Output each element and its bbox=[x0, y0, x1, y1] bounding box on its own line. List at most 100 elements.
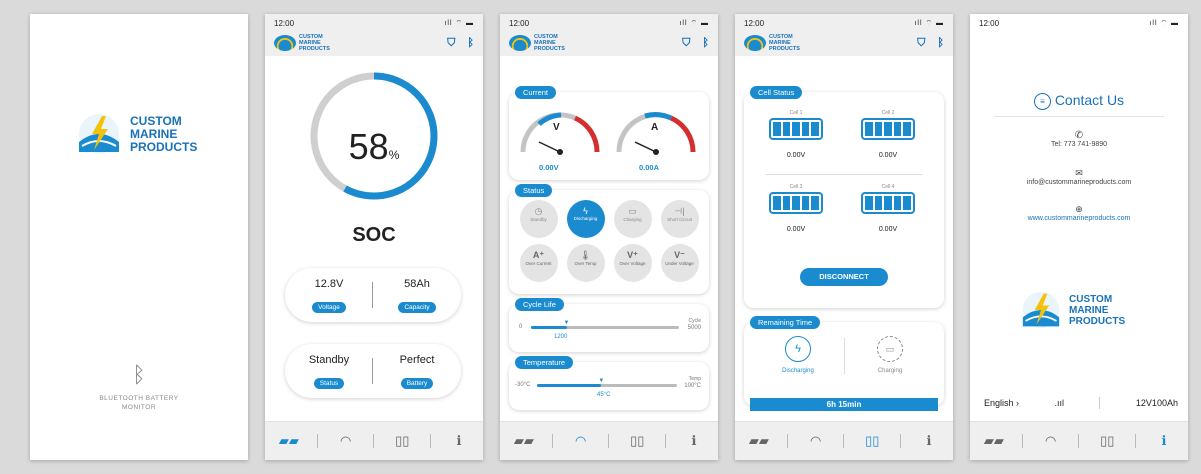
status-item-discharging: ϟ Discharging bbox=[566, 200, 605, 238]
tab-cells-icon[interactable]: ▯▯ bbox=[382, 433, 422, 449]
cell-item: Cell 3 0.00V bbox=[760, 184, 832, 233]
status-card: Status ◷ Standby ϟ Discharging ▭ Charging ⊣… bbox=[509, 184, 709, 294]
bluetooth-icon[interactable]: ᛒ bbox=[937, 37, 944, 50]
battery-health-value: Perfect bbox=[399, 354, 435, 366]
tab-cells-icon[interactable]: ▯▯ bbox=[1087, 433, 1127, 449]
bluetooth-icon[interactable]: ᛒ bbox=[702, 37, 709, 50]
splash-logo: CUSTOM MARINE PRODUCTS bbox=[74, 112, 197, 156]
voltage-capacity-card: 12.8V Voltage 58Ah Capacity bbox=[285, 268, 461, 322]
temp-value: 45°C bbox=[597, 392, 611, 398]
tab-bar: ▰▰ ◠ ▯▯ ℹ bbox=[970, 421, 1188, 460]
status-item-standby: ◷ Standby bbox=[519, 200, 558, 238]
current-card: Current V 0.00V A 0.00A bbox=[509, 86, 709, 180]
status-battery-card: Standby Status Perfect Battery bbox=[285, 344, 461, 398]
current-gauge-unit: A bbox=[651, 122, 659, 133]
battery-model: 12V100Ah bbox=[1135, 398, 1178, 408]
brand-logo-icon bbox=[509, 35, 531, 51]
voltage-gauge-unit: V bbox=[553, 122, 560, 133]
battery-health-label: Battery bbox=[400, 378, 434, 389]
brand-name: CUSTOM MARINE PRODUCTS bbox=[1069, 293, 1126, 327]
tab-battery-icon[interactable]: ▰▰ bbox=[974, 433, 1014, 449]
globe-icon: ⊕ bbox=[1075, 204, 1083, 214]
shield-icon[interactable]: ⛉ bbox=[447, 37, 455, 50]
status-item-over-temp: 🌡︎ Over Temp bbox=[566, 244, 605, 282]
remaining-time-card: Remaining Time ϟ Discharging ▭ Charging … bbox=[744, 316, 944, 411]
brand-logo-icon bbox=[274, 35, 296, 51]
discharging-indicator: ϟ Discharging bbox=[768, 336, 828, 374]
cycle-min: 0 bbox=[519, 324, 523, 330]
battery-full-icon bbox=[769, 192, 823, 214]
temp-track: ▼ bbox=[537, 378, 677, 387]
tab-gauge-icon[interactable]: ◠ bbox=[561, 433, 601, 449]
chevron-right-icon: › bbox=[1016, 398, 1020, 408]
cycle-max: 5000 bbox=[687, 325, 701, 331]
phone-icon: ✆ bbox=[1074, 130, 1084, 141]
tab-battery-icon[interactable]: ▰▰ bbox=[739, 433, 779, 449]
email-contact[interactable]: ✉ info@custommarineproducts.com bbox=[970, 168, 1188, 186]
tab-battery-icon[interactable]: ▰▰ bbox=[269, 433, 309, 449]
app-header: CUSTOM MARINE PRODUCTS ⛉ ᛒ bbox=[500, 30, 718, 56]
discharging-icon: ϟ bbox=[785, 336, 811, 362]
tab-gauge-icon[interactable]: ◠ bbox=[796, 433, 836, 449]
shield-icon[interactable]: ⛉ bbox=[682, 37, 690, 50]
cycle-marker-icon: ▼ bbox=[563, 320, 570, 326]
language-selector[interactable]: English › bbox=[984, 398, 1019, 408]
tab-bar: ▰▰ ◠ ▯▯ ℹ bbox=[500, 421, 718, 460]
phone-contact[interactable]: ✆ Tel: 773 741-9890 bbox=[970, 130, 1188, 148]
disconnect-button[interactable]: DISCONNECT bbox=[800, 268, 888, 286]
tab-info-icon[interactable]: ℹ bbox=[909, 433, 949, 449]
soc-label: SOC bbox=[352, 224, 396, 246]
status-bar: 12:00 ıll ⌔ ▬ bbox=[500, 14, 718, 30]
status-bar: 12:00 ıll ⌔ ▬ bbox=[970, 14, 1188, 30]
tab-info-icon[interactable]: ℹ bbox=[674, 433, 714, 449]
status-title: Status bbox=[515, 184, 553, 197]
cell-status-title: Cell Status bbox=[750, 86, 803, 99]
brand-logo-icon bbox=[1022, 291, 1060, 329]
chat-icon: ≡ bbox=[1033, 92, 1051, 110]
app-subtitle: BLUETOOTH BATTERY MONITOR bbox=[99, 395, 179, 411]
tab-gauge-icon[interactable]: ◠ bbox=[1031, 433, 1071, 449]
signal-icon: .ııl bbox=[1054, 398, 1065, 408]
tab-cells-icon[interactable]: ▯▯ bbox=[617, 433, 657, 449]
details-screen: 12:00 ıll ⌔ ▬ CUSTOM MARINE PRODUCTS ⛉ ᛒ Cur… bbox=[500, 14, 718, 460]
soc-unit: % bbox=[388, 148, 400, 162]
voltage-value: 12.8V bbox=[314, 278, 344, 290]
header-logo: CUSTOM MARINE PRODUCTS bbox=[274, 34, 330, 52]
status-item-charging: ▭ Charging bbox=[613, 200, 652, 238]
bluetooth-icon[interactable]: ᛒ bbox=[467, 37, 474, 50]
voltage-gauge bbox=[520, 112, 600, 155]
bottom-info-row: English › .ııl 12V100Ah bbox=[984, 397, 1178, 409]
capacity-value: 58Ah bbox=[404, 278, 430, 290]
status-value: Standby bbox=[308, 354, 350, 366]
tab-cells-icon[interactable]: ▯▯ bbox=[852, 433, 892, 449]
splash-screen: CUSTOM MARINE PRODUCTS ᛒ BLUETOOTH BATTE… bbox=[30, 14, 248, 460]
temp-marker-icon: ▼ bbox=[598, 378, 605, 384]
temp-max-label: Temp bbox=[688, 376, 701, 382]
current-title: Current bbox=[515, 86, 557, 99]
tab-info-icon[interactable]: ℹ bbox=[439, 433, 479, 449]
tab-battery-icon[interactable]: ▰▰ bbox=[504, 433, 544, 449]
capacity-label: Capacity bbox=[398, 302, 436, 313]
brand-logo-icon bbox=[744, 35, 766, 51]
website-contact[interactable]: ⊕ www.custommarineproducts.com bbox=[970, 204, 1188, 222]
voltage-reading: 0.00V bbox=[539, 163, 559, 172]
status-item-short-circuit: ⊣| Short Circuit bbox=[660, 200, 699, 238]
tab-info-icon[interactable]: ℹ bbox=[1144, 433, 1184, 449]
cycle-track: ▼ bbox=[531, 320, 679, 329]
battery-full-icon bbox=[769, 118, 823, 140]
cycle-value: 1200 bbox=[554, 334, 568, 340]
status-label: Status bbox=[313, 378, 345, 389]
contact-screen: 12:00 ıll ⌔ ▬ ≡ Contact Us ✆ Tel: 773 741… bbox=[970, 14, 1188, 460]
battery-full-icon bbox=[861, 118, 915, 140]
soc-value: 58% bbox=[348, 126, 400, 167]
tab-bar: ▰▰ ◠ ▯▯ ℹ bbox=[265, 421, 483, 460]
tab-gauge-icon[interactable]: ◠ bbox=[326, 433, 366, 449]
cell-item: Cell 2 0.00V bbox=[852, 110, 924, 159]
shield-icon[interactable]: ⛉ bbox=[917, 37, 925, 50]
cell-item: Cell 4 0.00V bbox=[852, 184, 924, 233]
brand-logo-icon bbox=[79, 114, 119, 154]
temp-max: 100°C bbox=[684, 383, 701, 389]
contact-heading: ≡ Contact Us bbox=[970, 92, 1188, 110]
cell-item: Cell 1 0.00V bbox=[760, 110, 832, 159]
temperature-card: Temperature -30°C Temp 100°C ▼ 45°C bbox=[509, 356, 709, 410]
